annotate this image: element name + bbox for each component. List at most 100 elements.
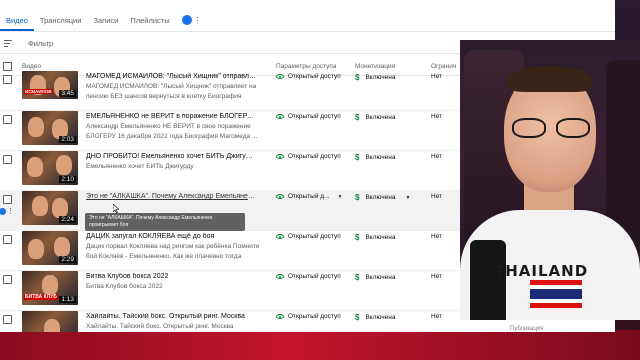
eye-icon xyxy=(276,154,284,159)
caret-down-icon[interactable]: ▼ xyxy=(337,194,342,200)
extension-icon[interactable] xyxy=(0,207,6,215)
shirt-text: THAILAND xyxy=(494,262,589,280)
dollar-icon: $ xyxy=(355,73,360,82)
visibility-cell[interactable]: Открытый доступ xyxy=(276,113,341,120)
eye-icon xyxy=(276,274,284,279)
video-thumbnail[interactable]: БИТВА КЛУБ 1:13 xyxy=(22,271,78,305)
tab-posts[interactable]: Записи xyxy=(87,11,124,31)
restrictions-cell: Нет xyxy=(431,193,443,200)
dollar-icon: $ xyxy=(355,273,360,282)
monetization-cell[interactable]: $ Включена xyxy=(355,273,395,282)
row-drag-handle[interactable]: ⋮ xyxy=(0,207,14,215)
duration-badge: 2:29 xyxy=(59,256,76,263)
video-title[interactable]: МАГОМЕД ИСМАИЛОВ: "Лысый Хищник" отправл… xyxy=(86,73,256,80)
video-title[interactable]: Это не "АЛКАШКА". Почему Александр Емель… xyxy=(86,193,256,200)
monetization-cell[interactable]: $ Включена xyxy=(355,313,395,322)
visibility-cell[interactable]: Открытый доступ xyxy=(276,273,341,280)
monetization-cell[interactable]: $ Включена xyxy=(355,233,395,242)
filter-input[interactable]: Фильтр xyxy=(28,39,53,48)
video-thumbnail[interactable]: 2:10 xyxy=(22,151,78,185)
monetization-cell[interactable]: $ Включена xyxy=(355,73,395,82)
eye-icon xyxy=(276,314,284,319)
visibility-cell[interactable]: Открытый доступ xyxy=(276,313,341,320)
restrictions-cell: Нет xyxy=(431,153,443,160)
more-vert-icon[interactable]: ⋮ xyxy=(194,16,202,25)
dollar-icon: $ xyxy=(355,313,360,322)
video-description: Битва Клубов бокса 2022 xyxy=(86,283,163,290)
visibility-cell[interactable]: Открытый доступ xyxy=(276,233,341,240)
video-title[interactable]: Битва Клубов бокса 2022 xyxy=(86,273,256,280)
dollar-icon: $ xyxy=(355,233,360,242)
row-checkbox[interactable] xyxy=(3,275,12,284)
monetization-cell[interactable]: $ Включена xyxy=(355,153,395,162)
video-title[interactable]: ЕМЕЛЬЯНЕНКО не ВЕРИТ в поражение БЛОГЕРУ… xyxy=(86,113,256,120)
tab-videos[interactable]: Видео xyxy=(0,11,34,31)
mouse-cursor-icon xyxy=(113,204,119,213)
extension-icon[interactable] xyxy=(181,15,192,25)
dollar-icon: $ xyxy=(355,153,360,162)
restrictions-cell: Нет xyxy=(431,233,443,240)
more-vert-icon[interactable]: ⋮ xyxy=(7,207,14,215)
dollar-icon: $ xyxy=(355,193,360,202)
video-title[interactable]: ДНО ПРОБИТО! Емельяненко хочет БИТЬ Джиг… xyxy=(86,153,256,160)
restrictions-cell: Нет xyxy=(431,273,443,280)
video-thumbnail[interactable]: 2:03 xyxy=(22,111,78,145)
video-frame: Видео Трансляции Записи Плейлисты ⋮ Филь… xyxy=(0,0,640,360)
column-visibility[interactable]: Параметры доступа xyxy=(276,63,337,70)
video-thumbnail[interactable] xyxy=(22,311,78,332)
visibility-cell[interactable]: Открытый доступ xyxy=(276,153,341,160)
eye-icon xyxy=(276,114,284,119)
title-tooltip: Это не "АЛКАШКА". Почему Александр Емель… xyxy=(85,213,245,231)
glasses xyxy=(510,118,594,138)
video-thumbnail[interactable]: 2:24 xyxy=(22,191,78,225)
row-checkbox[interactable] xyxy=(3,315,12,324)
tab-playlists[interactable]: Плейлисты xyxy=(124,11,175,31)
eye-icon xyxy=(276,194,284,199)
monetization-cell[interactable]: $ Включена xyxy=(355,113,395,122)
duration-badge: 2:03 xyxy=(59,136,76,143)
dollar-icon: $ xyxy=(355,113,360,122)
column-restrictions[interactable]: Огранич xyxy=(431,63,456,70)
visibility-dropdown[interactable]: Открытый д... ▼ xyxy=(276,193,342,200)
video-description: МАГОМЕД ИСМАИЛОВ: "Лысый Хищник" отправл… xyxy=(86,83,257,100)
hidden-column-text: Публикация xyxy=(510,326,544,332)
duration-badge: 2:10 xyxy=(59,176,76,183)
duration-badge: 1:13 xyxy=(59,296,76,303)
restrictions-cell: Нет xyxy=(431,113,443,120)
row-checkbox[interactable] xyxy=(3,115,12,124)
eye-icon xyxy=(276,74,284,79)
microphone xyxy=(470,240,506,320)
select-all-checkbox[interactable] xyxy=(3,62,12,71)
video-description: Александр Емельяненко НЕ ВЕРИТ в свое по… xyxy=(86,123,258,140)
monetization-dropdown[interactable]: $ Включена ▼ xyxy=(355,193,410,202)
video-description: Емельяненко хочет БИТЬ Джигурду xyxy=(86,163,194,170)
filter-icon[interactable] xyxy=(4,40,12,47)
bottom-red-bar xyxy=(0,330,640,360)
video-description: Хайлайты. Тайский бокс. Открытый ринг. М… xyxy=(86,323,234,330)
thumbnail-caption: БИТВА КЛУБ xyxy=(24,294,58,300)
video-title[interactable]: Хайлайты. Тайский бокс. Открытый ринг. М… xyxy=(86,313,256,320)
video-title[interactable]: ДАЦИК запугал КОКЛЯЕВА ещё до боя xyxy=(86,233,256,240)
row-checkbox[interactable] xyxy=(3,75,12,84)
video-thumbnail[interactable]: ИСМАИЛОВ 3:45 xyxy=(22,71,78,99)
duration-badge: 3:45 xyxy=(59,90,76,97)
tab-live[interactable]: Трансляции xyxy=(34,11,88,31)
visibility-cell[interactable]: Открытый доступ xyxy=(276,73,341,80)
row-checkbox[interactable] xyxy=(3,155,12,164)
caret-down-icon[interactable]: ▼ xyxy=(405,195,410,201)
eye-icon xyxy=(276,234,284,239)
webcam-overlay: THAILAND xyxy=(460,40,640,320)
restrictions-cell: Нет xyxy=(431,313,443,320)
column-monetization[interactable]: Монетизация xyxy=(355,63,395,70)
duration-badge: 2:24 xyxy=(59,216,76,223)
restrictions-cell: Нет xyxy=(431,73,443,80)
tab-extension[interactable]: ⋮ xyxy=(181,13,204,27)
thumbnail-caption: ИСМАИЛОВ xyxy=(24,89,53,94)
row-checkbox[interactable] xyxy=(3,195,12,204)
video-thumbnail[interactable]: 2:29 xyxy=(22,231,78,265)
thailand-flag xyxy=(530,280,582,308)
content-tabs: Видео Трансляции Записи Плейлисты ⋮ xyxy=(0,8,615,32)
column-video[interactable]: Видео xyxy=(22,63,41,70)
row-checkbox[interactable] xyxy=(3,235,12,244)
video-description: Дацик порвал Кокляева над рингом как реб… xyxy=(86,243,260,260)
